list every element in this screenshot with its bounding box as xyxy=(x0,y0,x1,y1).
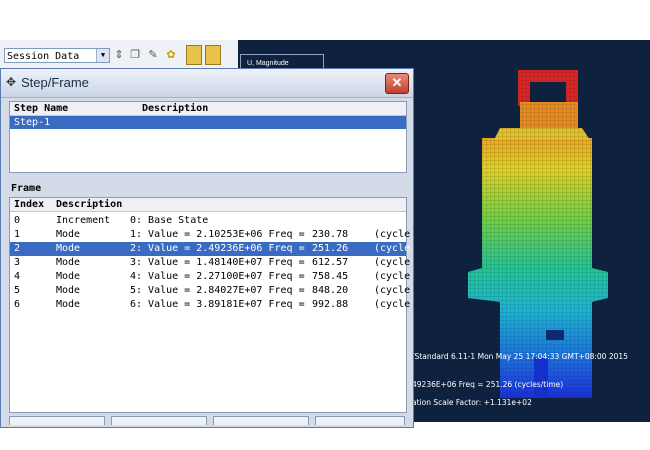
frame-type: Mode xyxy=(56,229,81,240)
close-button[interactable]: ✕ xyxy=(385,73,409,94)
frame-tail: (cycle xyxy=(374,243,411,254)
frame-description-header[interactable]: Description xyxy=(56,199,122,210)
viewport-scale-line: ation Scale Factor: +1.131e+02 xyxy=(412,398,532,407)
copy-icon[interactable]: ❐ xyxy=(128,47,142,63)
frame-index: 2 xyxy=(14,243,21,254)
step-frame-dialog: ✥ Step/Frame ✕ Step Name Description Ste… xyxy=(0,68,414,428)
ok-button[interactable] xyxy=(9,416,105,425)
frame-index: 6 xyxy=(14,299,21,310)
frame-desc: 0: Base State xyxy=(130,215,209,226)
frame-freq: 992.88 xyxy=(312,299,349,310)
frame-desc: 4: Value = 2.27100E+07 Freq = xyxy=(130,271,305,282)
close-icon: ✕ xyxy=(391,75,403,90)
mode-shape-model xyxy=(468,70,608,398)
frame-label: Frame xyxy=(11,183,42,194)
frame-row[interactable]: 6 Mode 6: Value = 3.89181E+07 Freq = 992.88… xyxy=(10,298,410,312)
session-select[interactable]: Session Data ▼ xyxy=(4,48,110,63)
frame-desc: 1: Value = 2.10253E+06 Freq = xyxy=(130,229,305,240)
frame-index: 4 xyxy=(14,271,21,282)
frame-freq: 251.26 xyxy=(312,243,349,254)
frame-freq: 758.45 xyxy=(312,271,349,282)
frame-desc: 6: Value = 3.89181E+07 Freq = xyxy=(130,299,305,310)
frame-tail: (cycle xyxy=(374,285,411,296)
step-name-header[interactable]: Step Name xyxy=(14,103,68,114)
frame-index: 3 xyxy=(14,257,21,268)
frame-animation-icon[interactable] xyxy=(186,45,202,65)
frame-index: 1 xyxy=(14,229,21,240)
frame-freq: 612.57 xyxy=(312,257,349,268)
lightbulb-icon[interactable]: ✿ xyxy=(164,47,178,63)
session-select-value: Session Data xyxy=(7,51,80,62)
frame-type: Mode xyxy=(56,243,81,254)
step-list[interactable]: Step Name Description Step-1 xyxy=(9,101,407,173)
frame-tail: (cycle xyxy=(374,257,411,268)
frame-type: Mode xyxy=(56,285,81,296)
frame-list[interactable]: Index Description 0 Increment 0: Base Stat… xyxy=(9,197,410,413)
frame-row[interactable]: 5 Mode 5: Value = 2.84027E+07 Freq = 848.20… xyxy=(10,284,410,298)
frame-type: Mode xyxy=(56,257,81,268)
dialog-title: Step/Frame xyxy=(21,75,89,90)
frame-tail: (cycle xyxy=(374,229,411,240)
next-button[interactable] xyxy=(213,416,309,425)
frame-freq: 848.20 xyxy=(312,285,349,296)
frame-type: Increment xyxy=(56,215,111,226)
frame-row[interactable]: 1 Mode 1: Value = 2.10253E+06 Freq = 230.78… xyxy=(10,228,410,242)
frame-index: 0 xyxy=(14,215,21,226)
step-description-header[interactable]: Description xyxy=(142,103,208,114)
edit-icon[interactable]: ✎ xyxy=(146,47,160,63)
frame-type: Mode xyxy=(56,299,81,310)
dialog-titlebar[interactable]: ✥ Step/Frame ✕ xyxy=(1,69,413,98)
move-icon: ✥ xyxy=(6,75,17,89)
dismiss-button[interactable] xyxy=(315,416,405,425)
frame-freq: 230.78 xyxy=(312,229,349,240)
viewport-mode-line: 49236E+06 Freq = 251.26 (cycles/time) xyxy=(412,380,564,389)
spinner-arrows-icon[interactable]: ⇕ xyxy=(114,47,124,63)
frame-row[interactable]: 2 Mode 2: Value = 2.49236E+06 Freq = 251.26… xyxy=(10,242,410,256)
frame-row[interactable]: 0 Increment 0: Base State xyxy=(10,214,406,228)
frame-type: Mode xyxy=(56,271,81,282)
frame-desc: 3: Value = 1.48140E+07 Freq = xyxy=(130,257,305,268)
frame-tail: (cycle xyxy=(374,299,411,310)
frame-index-header[interactable]: Index xyxy=(14,199,44,210)
frame-row[interactable]: 3 Mode 3: Value = 1.48140E+07 Freq = 612.57… xyxy=(10,256,410,270)
apply-button[interactable] xyxy=(111,416,207,425)
step-name: Step-1 xyxy=(14,117,51,128)
frame-desc: 5: Value = 2.84027E+07 Freq = xyxy=(130,285,305,296)
step-frame-icon[interactable] xyxy=(205,45,221,65)
chevron-down-icon[interactable]: ▼ xyxy=(96,49,109,62)
frame-row[interactable]: 4 Mode 4: Value = 2.27100E+07 Freq = 758.45… xyxy=(10,270,410,284)
step-row[interactable]: Step-1 xyxy=(10,116,406,129)
viewport-info-line: /Standard 6.11-1 Mon May 25 17:04:33 GMT… xyxy=(412,352,628,361)
frame-index: 5 xyxy=(14,285,21,296)
frame-tail: (cycle xyxy=(374,271,411,282)
frame-desc: 2: Value = 2.49236E+06 Freq = xyxy=(130,243,305,254)
